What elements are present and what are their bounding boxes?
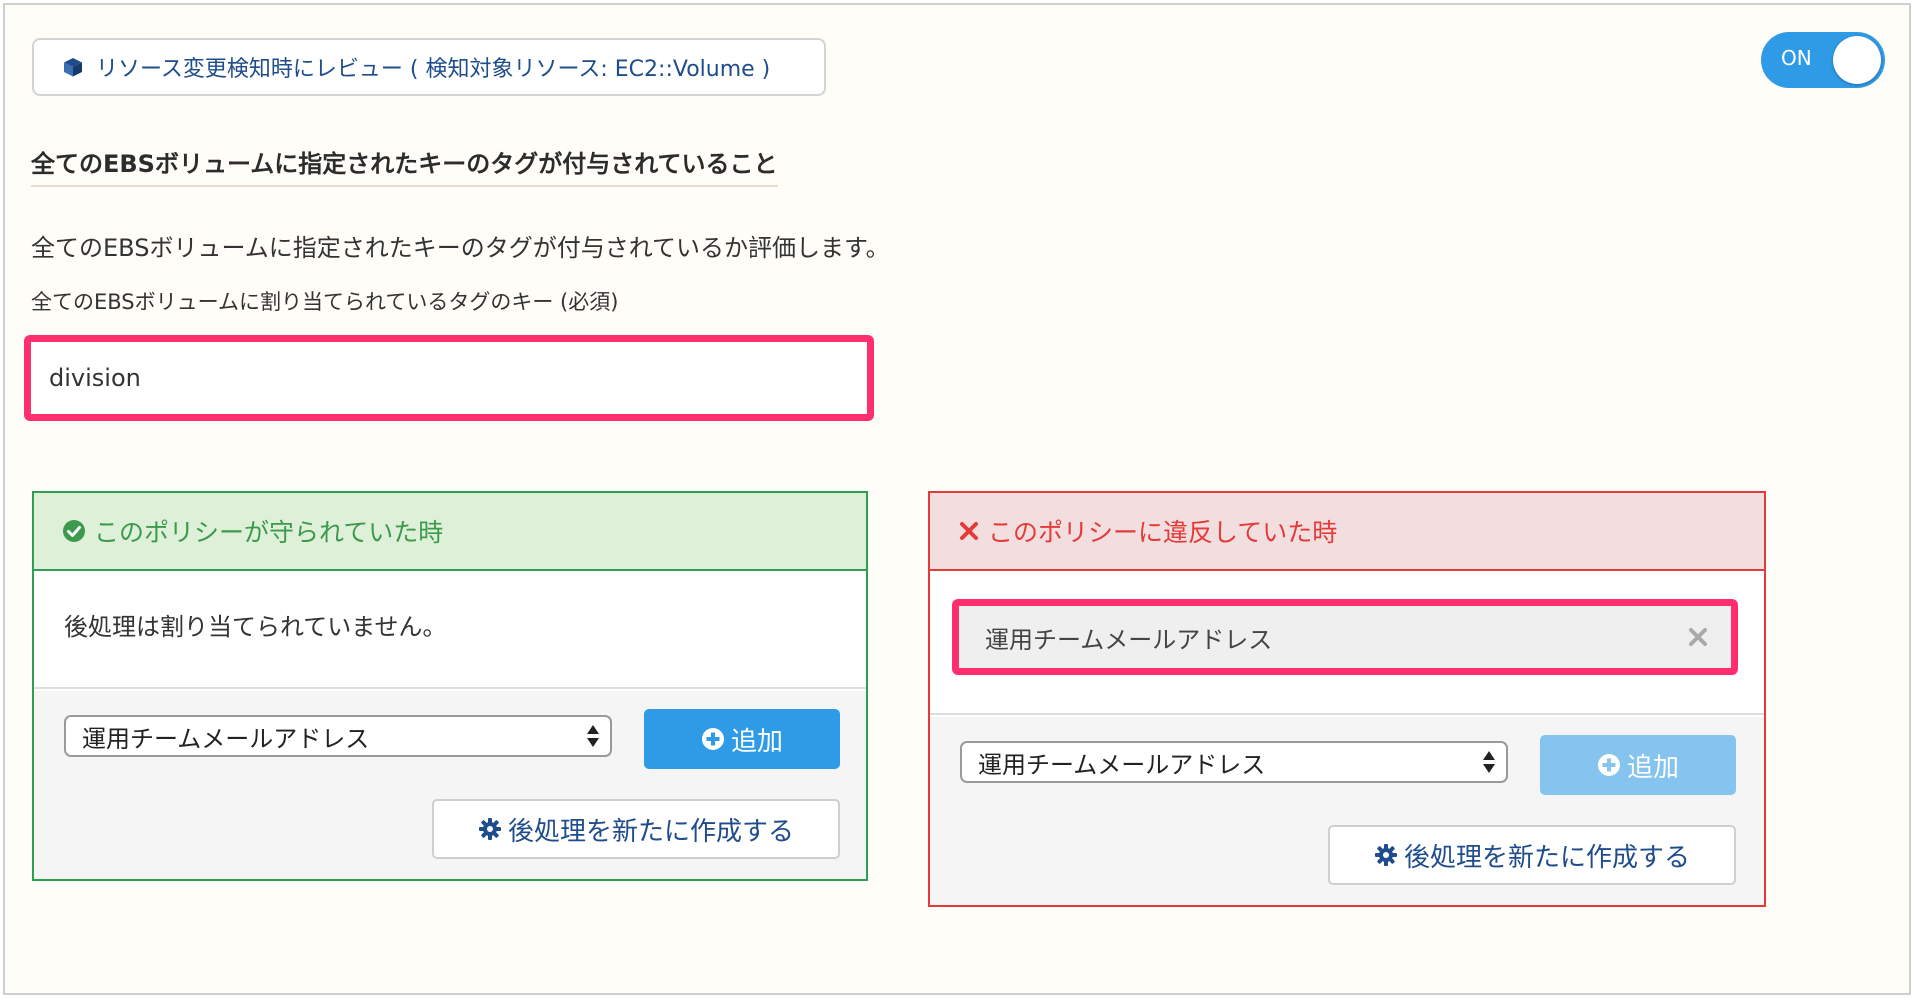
- compliant-action-select[interactable]: 運用チームメールアドレス: [64, 715, 612, 757]
- policy-enable-toggle[interactable]: ON: [1761, 32, 1885, 88]
- violation-action-list: 運用チームメールアドレス: [930, 571, 1764, 715]
- violation-add-label: 追加: [1626, 752, 1679, 783]
- compliant-action-list: 後処理は割り当てられていません。: [34, 571, 866, 689]
- policy-title: 全てのEBSボリュームに指定されたキーのタグが付与されていること: [31, 144, 778, 187]
- compliant-panel-footer: 運用チームメールアドレス 追加 後処理を新たに作成する: [34, 691, 866, 879]
- policy-settings-frame: リソース変更検知時にレビュー ( 検知対象リソース: EC2::Volume )…: [3, 3, 1911, 995]
- compliant-panel-heading: このポリシーが守られていた時: [94, 518, 444, 547]
- violation-panel: このポリシーに違反していた時 運用チームメールアドレス 運用チームメールアドレス: [928, 491, 1766, 907]
- x-icon: [958, 520, 980, 542]
- compliant-add-button[interactable]: 追加: [644, 709, 840, 769]
- compliant-panel: このポリシーが守られていた時 後処理は割り当てられていません。 運用チームメール…: [32, 491, 868, 881]
- violation-panel-header: このポリシーに違反していた時: [930, 493, 1764, 571]
- violation-select-value: 運用チームメールアドレス: [978, 750, 1266, 779]
- check-circle-icon: [62, 519, 86, 543]
- tag-key-input[interactable]: [24, 335, 874, 421]
- violation-add-button[interactable]: 追加: [1540, 735, 1736, 795]
- violation-action-select[interactable]: 運用チームメールアドレス: [960, 741, 1508, 783]
- policy-description: 全てのEBSボリュームに指定されたキーのタグが付与されているか評価します。: [31, 234, 890, 262]
- gear-icon: [1374, 843, 1398, 867]
- select-arrows-icon: [1482, 749, 1496, 781]
- assigned-action-item: 運用チームメールアドレス: [952, 599, 1738, 675]
- trigger-type-badge: リソース変更検知時にレビュー ( 検知対象リソース: EC2::Volume ): [32, 38, 826, 96]
- trigger-type-label: リソース変更検知時にレビュー ( 検知対象リソース: EC2::Volume ): [96, 57, 771, 82]
- plus-circle-icon: [701, 727, 725, 751]
- gear-icon: [478, 817, 502, 841]
- assigned-action-label: 運用チームメールアドレス: [985, 625, 1273, 654]
- violation-panel-heading: このポリシーに違反していた時: [988, 518, 1338, 547]
- violation-create-action-button[interactable]: 後処理を新たに作成する: [1328, 825, 1736, 885]
- compliant-panel-header: このポリシーが守られていた時: [34, 493, 866, 571]
- compliant-create-action-button[interactable]: 後処理を新たに作成する: [432, 799, 840, 859]
- compliant-create-label: 後処理を新たに作成する: [507, 816, 794, 847]
- compliant-add-label: 追加: [730, 726, 783, 757]
- select-arrows-icon: [586, 723, 600, 755]
- no-actions-message: 後処理は割り当てられていません。: [64, 613, 447, 641]
- toggle-knob: [1833, 36, 1881, 84]
- plus-circle-icon: [1597, 753, 1621, 777]
- compliant-select-value: 運用チームメールアドレス: [82, 724, 370, 753]
- toggle-state-label: ON: [1781, 46, 1812, 70]
- cube-icon: [62, 56, 84, 78]
- violation-create-label: 後処理を新たに作成する: [1403, 842, 1690, 873]
- remove-icon[interactable]: [1683, 622, 1713, 652]
- violation-panel-footer: 運用チームメールアドレス 追加 後処理を新たに作成する: [930, 717, 1764, 905]
- tag-key-label: 全てのEBSボリュームに割り当てられているタグのキー (必須): [31, 290, 619, 314]
